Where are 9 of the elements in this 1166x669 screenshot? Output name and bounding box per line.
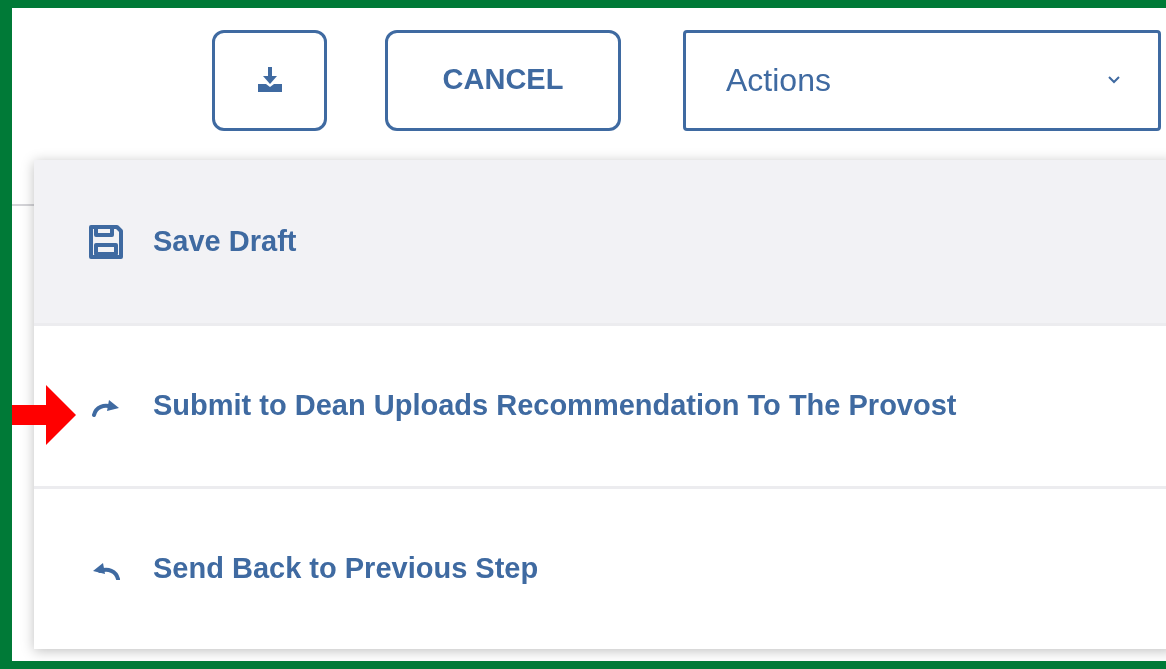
pointer-arrow-icon xyxy=(12,385,76,445)
chevron-down-icon xyxy=(1108,76,1120,84)
menu-item[interactable]: Send Back to Previous Step xyxy=(34,486,1166,649)
download-button[interactable] xyxy=(212,29,327,131)
actions-label: Actions xyxy=(726,61,831,100)
actions-dropdown[interactable]: Actions xyxy=(683,29,1161,131)
menu-item[interactable]: Save Draft xyxy=(34,160,1166,323)
cancel-button[interactable]: CANCEL xyxy=(385,29,621,131)
menu-item[interactable]: Submit to Dean Uploads Recommendation To The Provost xyxy=(34,323,1166,486)
